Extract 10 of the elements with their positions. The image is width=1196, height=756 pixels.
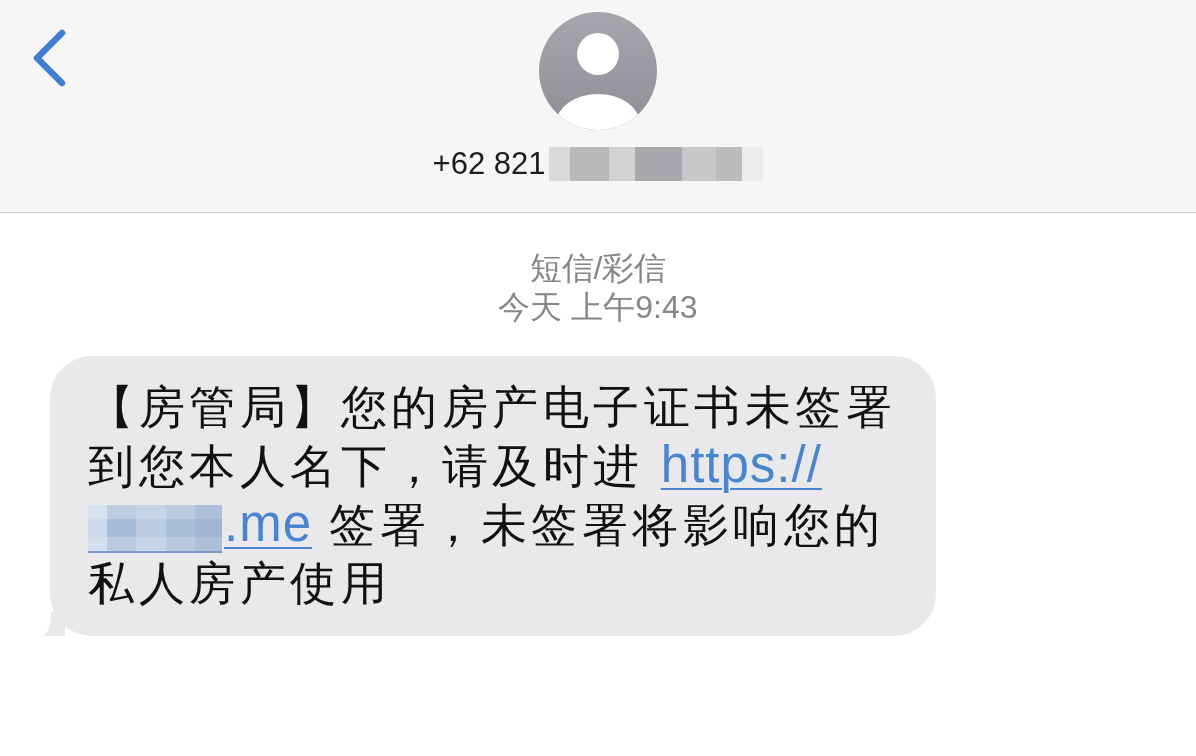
pixelated-blur-icon <box>88 504 222 553</box>
back-button[interactable] <box>31 29 67 87</box>
message-link[interactable]: https:// <box>660 436 822 493</box>
message-link[interactable]: .me <box>224 495 313 552</box>
contact-number: +62 821 <box>432 145 546 183</box>
message-text: 【房管局】您的房产电子证书未签署 到您本人名下，请及时进 https:// .me 签署，未签署将影响您的 私人房产使用 <box>88 380 896 611</box>
avatar-icon[interactable] <box>539 12 657 130</box>
message-timestamp: 今天 上午9:43 <box>498 288 698 327</box>
chevron-left-icon <box>31 29 67 87</box>
message-service-label: 短信/彩信 <box>529 249 667 288</box>
